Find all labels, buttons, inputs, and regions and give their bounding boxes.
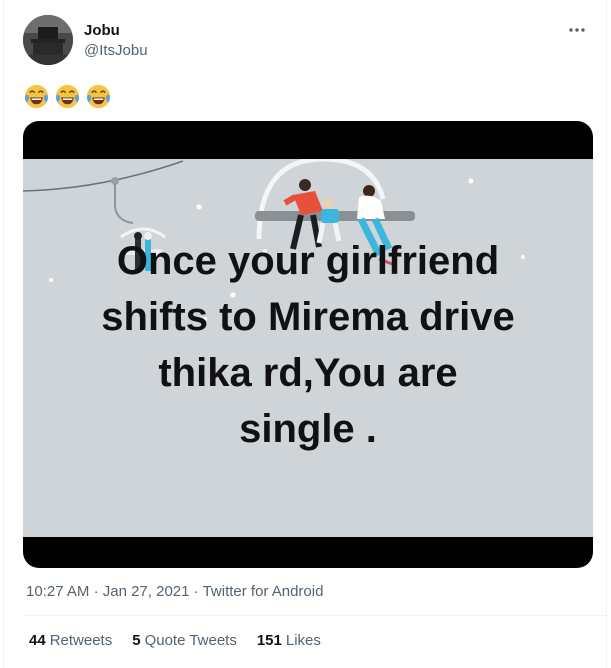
more-horizontal-icon[interactable] (566, 20, 588, 40)
avatar[interactable] (23, 15, 73, 65)
caption-line: Once your girlfriend (116, 239, 500, 283)
author-handle[interactable]: @ItsJobu (84, 42, 148, 60)
separator-dot: · (93, 583, 99, 600)
face-with-tears-of-joy-icon (86, 84, 111, 109)
caption-line: shifts to Mirema drive (101, 295, 515, 339)
separator: · (94, 583, 103, 600)
author-name[interactable]: Jobu (84, 22, 120, 40)
quote-label: Quote Tweets (144, 632, 237, 649)
face-with-tears-of-joy-icon (55, 84, 80, 109)
tweet-date[interactable]: Jan 27, 2021 (103, 583, 190, 600)
face-with-tears-of-joy-icon (24, 84, 49, 109)
caption-line: thika rd,You are (158, 351, 458, 395)
quote-tweets-stat[interactable]: 5 Quote Tweets (132, 632, 237, 650)
likes-stat[interactable]: 151 Likes (257, 632, 321, 650)
tweet-metadata: 10:27 AM · Jan 27, 2021 · Twitter for An… (26, 583, 323, 601)
tweet-source[interactable]: Twitter for Android (203, 583, 324, 600)
likes-label: Likes (285, 632, 321, 649)
tweet-card: Jobu @ItsJobu Once your girlfriend shift… (3, 0, 607, 668)
tweet-stats: 44 Retweets 5 Quote Tweets 151 Likes (29, 632, 321, 650)
media-caption: Once your girlfriend shifts to Mirema dr… (23, 233, 593, 457)
retweets-count: 44 (29, 632, 46, 649)
tweet-time[interactable]: 10:27 AM (26, 583, 89, 600)
quote-count: 5 (132, 632, 141, 649)
avatar-image (23, 15, 73, 65)
separator-dot: · (193, 583, 199, 600)
caption-line: single . (239, 407, 377, 451)
tweet-media[interactable]: Once your girlfriend shifts to Mirema dr… (23, 121, 593, 568)
retweets-label: Retweets (49, 632, 113, 649)
divider (23, 615, 606, 616)
separator: · (194, 583, 203, 600)
retweets-stat[interactable]: 44 Retweets (29, 632, 112, 650)
likes-count: 151 (256, 632, 282, 649)
tweet-text (22, 82, 113, 112)
media-image: Once your girlfriend shifts to Mirema dr… (23, 159, 593, 537)
